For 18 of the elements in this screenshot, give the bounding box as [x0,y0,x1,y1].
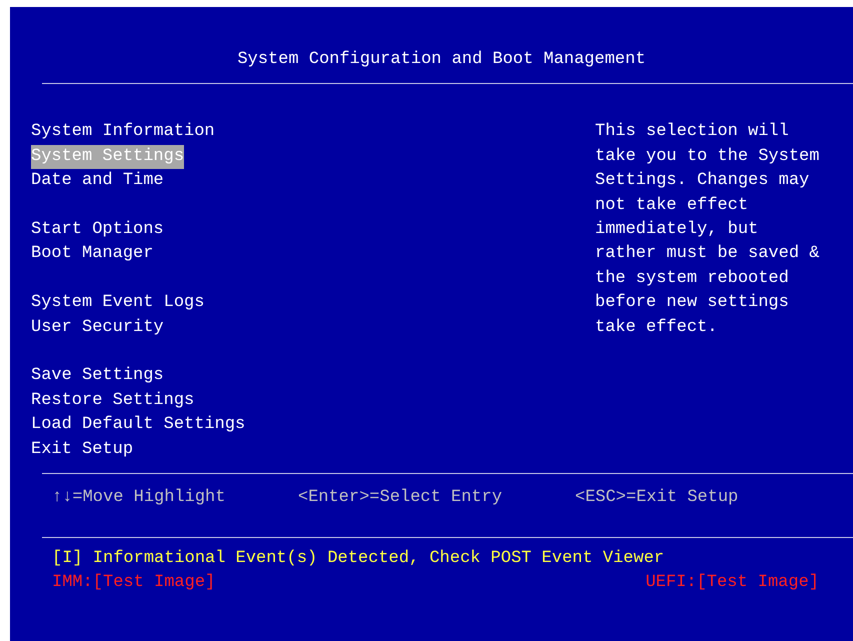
menu-item[interactable]: System Information [31,120,215,145]
menu-item[interactable]: Start Options [31,218,164,242]
status-message: [I] Informational Event(s) Detected, Check POST Event Viewer [52,548,666,570]
menu-item[interactable]: User Security [31,316,164,340]
menu-item[interactable]: Load Default Settings [31,413,246,438]
key-hint: <Enter>=Select Entry [298,487,504,510]
menu-item[interactable]: Save Settings [31,364,164,389]
menu-item[interactable]: Restore Settings [31,388,194,414]
menu-item[interactable]: Exit Setup [31,438,134,462]
menu-item[interactable]: Date and Time [31,169,164,194]
imm-version: IMM:[Test Image] [52,572,216,594]
help-text: This selection will take you to the System Settings. Changes may not take effect immediately, but rather must be saved & the system rebooted before new settings take effect. [595,121,820,339]
screen-title: System Configuration and Boot Management [237,49,646,71]
menu-item[interactable]: System Event Logs [31,291,204,316]
menu-item[interactable]: Boot Manager [31,242,154,267]
key-hint: ↑↓=Move Highlight [52,487,226,510]
key-hint: <ESC>=Exit Setup [575,487,738,510]
uefi-version: UEFI:[Test Image] [646,572,819,594]
